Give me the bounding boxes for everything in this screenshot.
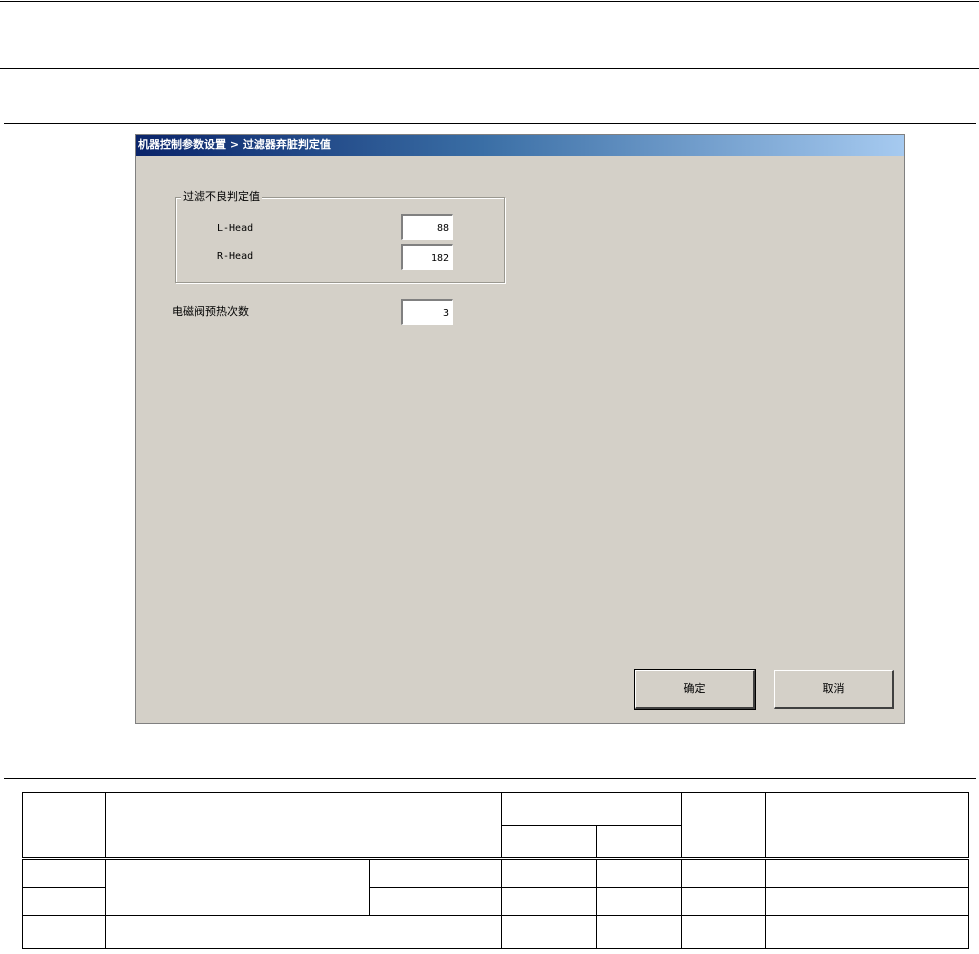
table-cell bbox=[596, 915, 682, 949]
table-cell bbox=[22, 792, 106, 859]
filter-judgement-group: 过滤不良判定值 bbox=[175, 190, 505, 283]
table-cell bbox=[765, 792, 969, 859]
table-cell bbox=[501, 792, 682, 826]
table-cell bbox=[22, 915, 106, 949]
table-cell bbox=[681, 792, 766, 859]
table-cell bbox=[765, 887, 969, 916]
settings-dialog: 机器控制参数设置 > 过滤器弃脏判定值 过滤不良判定值 L-Head 88 R-… bbox=[135, 134, 905, 724]
section-rule-1 bbox=[4, 123, 976, 124]
l-head-label: L-Head bbox=[217, 223, 254, 234]
table-cell bbox=[105, 915, 502, 949]
table-cell bbox=[22, 887, 106, 916]
r-head-input[interactable]: 182 bbox=[401, 244, 453, 270]
table-cell bbox=[681, 858, 766, 888]
table-cell bbox=[501, 825, 597, 859]
table-cell bbox=[105, 858, 370, 916]
solenoid-preheat-label: 电磁阀预热次数 bbox=[172, 305, 249, 318]
top-rule bbox=[0, 1, 979, 2]
table-cell bbox=[501, 858, 597, 888]
solenoid-preheat-input[interactable]: 3 bbox=[401, 299, 453, 325]
ok-button[interactable]: 确定 bbox=[634, 669, 756, 710]
dialog-titlebar[interactable]: 机器控制参数设置 > 过滤器弃脏判定值 bbox=[136, 135, 904, 156]
cancel-button[interactable]: 取消 bbox=[774, 670, 894, 709]
table-cell bbox=[765, 915, 969, 949]
dialog-title: 机器控制参数设置 > 过滤器弃脏判定值 bbox=[138, 138, 331, 151]
header-rule bbox=[0, 68, 979, 69]
l-head-input[interactable]: 88 bbox=[401, 214, 453, 240]
section-rule-2 bbox=[4, 778, 976, 779]
group-label: 过滤不良判定值 bbox=[181, 190, 262, 204]
table-cell bbox=[596, 887, 682, 916]
table-cell bbox=[765, 858, 969, 888]
table-cell bbox=[501, 915, 597, 949]
table-cell bbox=[681, 915, 766, 949]
record-table bbox=[22, 792, 969, 949]
table-cell bbox=[596, 825, 682, 859]
table-cell bbox=[105, 792, 502, 859]
table-cell bbox=[22, 858, 106, 888]
table-cell bbox=[369, 887, 502, 916]
table-cell bbox=[681, 887, 766, 916]
r-head-label: R-Head bbox=[217, 251, 254, 262]
table-cell bbox=[596, 858, 682, 888]
table-cell bbox=[501, 887, 597, 916]
table-cell bbox=[369, 858, 502, 888]
